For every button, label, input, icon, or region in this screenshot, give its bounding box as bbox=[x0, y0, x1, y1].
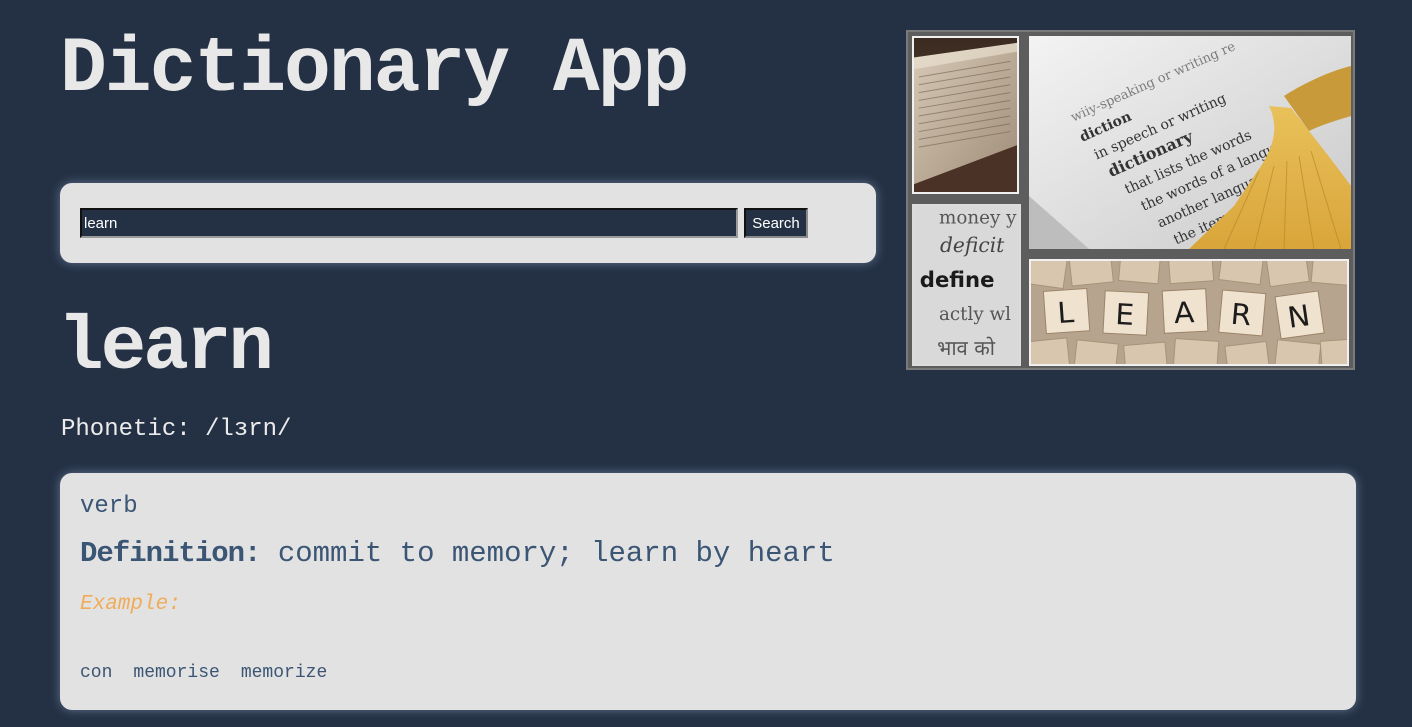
collage-text-line: deficit bbox=[940, 233, 1005, 257]
collage-text-line: भाव को bbox=[937, 336, 996, 360]
app-title: Dictionary App bbox=[60, 26, 689, 114]
synonym-item: memorise bbox=[133, 663, 220, 683]
definition-line: Definition: commit to memory; learn by h… bbox=[80, 537, 835, 570]
phonetic-text: Phonetic: /lɜrn/ bbox=[61, 416, 292, 443]
open-book-image bbox=[912, 36, 1019, 194]
collage-text-line: actly wl bbox=[939, 304, 1011, 325]
synonym-list: con memorise memorize bbox=[80, 663, 327, 683]
synonym-item: memorize bbox=[240, 663, 328, 683]
part-of-speech: verb bbox=[80, 493, 138, 520]
word-heading: learn bbox=[58, 305, 274, 391]
image-collage: money y deficit define actly wl भाव को w bbox=[906, 30, 1355, 370]
scrabble-tiles-image: L E A R N bbox=[1029, 259, 1349, 366]
scrabble-letter: A bbox=[1173, 295, 1195, 330]
scrabble-letter: R bbox=[1229, 297, 1253, 332]
collage-text-line: money y bbox=[939, 207, 1017, 228]
scrabble-letter: L bbox=[1056, 295, 1076, 330]
define-text-image: money y deficit define actly wl भाव को bbox=[912, 204, 1021, 366]
search-panel: Search bbox=[60, 183, 876, 263]
search-input[interactable] bbox=[80, 208, 738, 238]
definition-label: Definition: bbox=[80, 537, 261, 570]
synonym-item: con bbox=[80, 663, 113, 683]
search-button[interactable]: Search bbox=[744, 208, 808, 238]
definition-card: verb Definition: commit to memory; learn… bbox=[60, 473, 1356, 710]
scrabble-letter: E bbox=[1114, 297, 1134, 331]
example-label: Example: bbox=[80, 593, 181, 616]
scrabble-letter: N bbox=[1285, 298, 1312, 334]
definition-text: commit to memory; learn by heart bbox=[277, 537, 835, 570]
collage-text-line: define bbox=[920, 268, 995, 293]
dictionary-tassel-image: wiiy-speaking or writing re diction in s… bbox=[1029, 36, 1351, 249]
